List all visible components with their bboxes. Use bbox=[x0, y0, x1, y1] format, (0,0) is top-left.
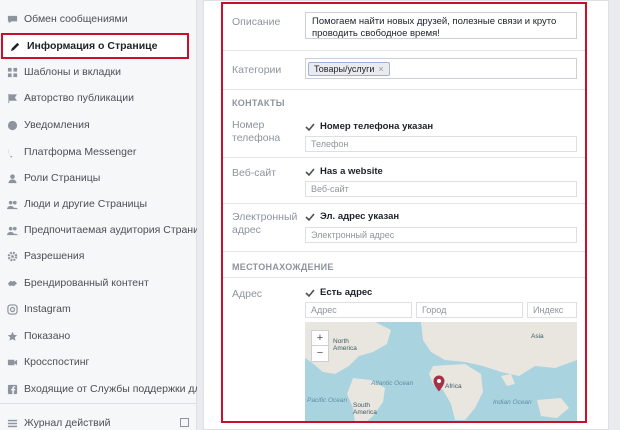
sidebar-divider bbox=[0, 403, 197, 404]
city-input[interactable]: Город bbox=[416, 302, 523, 318]
category-tag-label: Товары/услуги bbox=[314, 64, 375, 74]
sidebar-item-label: Шаблоны и вкладки bbox=[24, 66, 121, 78]
website-label: Веб-сайт bbox=[232, 167, 276, 179]
sidebar-item-people[interactable]: Люди и другие Страницы bbox=[0, 191, 197, 217]
location-map[interactable]: North America Asia Atlantic Ocean Africa… bbox=[305, 322, 577, 423]
divider bbox=[222, 277, 586, 278]
sidebar-item-messaging[interactable]: Обмен сообщениями bbox=[0, 6, 197, 32]
email-checkbox-label: Эл. адрес указан bbox=[320, 211, 400, 222]
address-label: Адрес bbox=[232, 288, 263, 300]
category-label: Категории bbox=[232, 64, 282, 76]
open-log-icon[interactable] bbox=[180, 418, 189, 427]
checkmark-icon bbox=[305, 122, 315, 132]
people-icon bbox=[6, 198, 18, 210]
map-label-atlantic: Atlantic Ocean bbox=[371, 380, 414, 387]
chat-icon bbox=[6, 13, 18, 25]
website-input[interactable]: Веб-сайт bbox=[305, 181, 577, 197]
description-field[interactable]: Помогаем найти новых друзей, полезные св… bbox=[305, 12, 577, 39]
map-label-north-america: North America bbox=[333, 338, 357, 352]
website-checkbox[interactable]: Has a website bbox=[305, 166, 383, 177]
gear-icon bbox=[6, 250, 18, 262]
address-checkbox-label: Есть адрес bbox=[320, 287, 373, 298]
map-label-asia: Asia bbox=[531, 333, 544, 340]
map-pin-icon[interactable] bbox=[433, 375, 445, 392]
phone-input[interactable]: Телефон bbox=[305, 136, 577, 152]
sidebar-item-label: Уведомления bbox=[24, 119, 90, 131]
sidebar-item-label: Информация о Странице bbox=[27, 40, 158, 52]
map-label-africa: Africa bbox=[445, 383, 462, 390]
messenger-icon bbox=[6, 146, 18, 158]
divider bbox=[222, 50, 586, 51]
remove-tag-icon[interactable]: × bbox=[378, 64, 383, 74]
sidebar-item-branded-content[interactable]: Брендированный контент bbox=[0, 270, 197, 296]
pencil-icon bbox=[9, 40, 21, 52]
globe-icon bbox=[6, 119, 18, 131]
phone-checkbox[interactable]: Номер телефона указан bbox=[305, 121, 433, 132]
sidebar-item-label: Журнал действий bbox=[24, 417, 111, 429]
sidebar-item-permissions[interactable]: Разрешения bbox=[0, 243, 197, 269]
facebook-icon bbox=[6, 383, 18, 395]
handshake-icon bbox=[6, 277, 18, 289]
sidebar-item-label: Обмен сообщениями bbox=[24, 13, 128, 25]
website-checkbox-label: Has a website bbox=[320, 166, 383, 177]
sidebar-item-label: Instagram bbox=[24, 303, 71, 315]
zip-input[interactable]: Индекс bbox=[527, 302, 577, 318]
phone-label: Номер телефона bbox=[232, 119, 281, 144]
sidebar-item-label: Роли Страницы bbox=[24, 172, 101, 184]
sidebar-item-preferred-audience[interactable]: Предпочитаемая аудитория Страницы bbox=[0, 217, 197, 243]
sidebar-item-page-info[interactable]: Информация о Странице bbox=[1, 33, 189, 59]
sidebar-item-support-inbox[interactable]: Входящие от Службы поддержки для Стр bbox=[0, 376, 197, 402]
sidebar-item-label: Входящие от Службы поддержки для Стр bbox=[24, 383, 197, 395]
grid-icon bbox=[6, 66, 18, 78]
sidebar-item-featured[interactable]: Показано bbox=[0, 323, 197, 349]
divider bbox=[222, 89, 586, 90]
divider bbox=[222, 251, 586, 252]
video-icon bbox=[6, 356, 18, 368]
map-label-pacific: Pacific Ocean bbox=[307, 397, 348, 404]
zoom-in-button[interactable]: + bbox=[312, 331, 328, 346]
email-checkbox[interactable]: Эл. адрес указан bbox=[305, 211, 399, 222]
map-zoom-control: + − bbox=[311, 330, 329, 362]
sidebar-item-label: Показано bbox=[24, 330, 71, 342]
flag-icon bbox=[6, 92, 18, 104]
sidebar-item-label: Люди и другие Страницы bbox=[24, 198, 148, 210]
map-label-south-america: South America bbox=[353, 402, 377, 416]
phone-checkbox-label: Номер телефона указан bbox=[320, 121, 434, 132]
sidebar-item-label: Разрешения bbox=[24, 250, 85, 262]
sidebar-item-crossposting[interactable]: Кросспостинг bbox=[0, 349, 197, 375]
sidebar-item-messenger-platform[interactable]: Платформа Messenger bbox=[0, 139, 197, 165]
settings-sidebar: Обмен сообщениями Информация о Странице … bbox=[0, 0, 197, 430]
email-input[interactable]: Электронный адрес bbox=[305, 227, 577, 243]
sidebar-item-attribution[interactable]: Авторство публикации bbox=[0, 85, 197, 111]
sidebar-item-activity-log[interactable]: Журнал действий bbox=[0, 410, 197, 430]
street-input[interactable]: Адрес bbox=[305, 302, 412, 318]
sidebar-item-templates[interactable]: Шаблоны и вкладки bbox=[0, 59, 197, 85]
zoom-out-button[interactable]: − bbox=[312, 346, 328, 361]
description-label: Описание bbox=[232, 16, 281, 28]
location-section-title: МЕСТОНАХОЖДЕНИЕ bbox=[232, 262, 334, 272]
category-tag: Товары/услуги × bbox=[308, 62, 390, 76]
instagram-icon bbox=[6, 303, 18, 315]
sidebar-item-notifications[interactable]: Уведомления bbox=[0, 112, 197, 138]
star-icon bbox=[6, 330, 18, 342]
sidebar-item-label: Платформа Messenger bbox=[24, 146, 137, 158]
divider bbox=[222, 203, 586, 204]
contacts-section-title: КОНТАКТЫ bbox=[232, 98, 285, 108]
map-label-indian-ocean: Indian Ocean bbox=[493, 399, 532, 406]
people-icon bbox=[6, 224, 18, 236]
divider bbox=[222, 157, 586, 158]
sidebar-item-page-roles[interactable]: Роли Страницы bbox=[0, 165, 197, 191]
address-checkbox[interactable]: Есть адрес bbox=[305, 287, 372, 298]
checkmark-icon bbox=[305, 212, 315, 222]
checkmark-icon bbox=[305, 167, 315, 177]
sidebar-item-label: Предпочитаемая аудитория Страницы bbox=[24, 224, 197, 236]
list-icon bbox=[6, 417, 18, 429]
sidebar-item-label: Брендированный контент bbox=[24, 277, 149, 289]
person-icon bbox=[6, 172, 18, 184]
checkmark-icon bbox=[305, 288, 315, 298]
email-label: Электронный адрес bbox=[232, 211, 298, 236]
sidebar-item-label: Кросспостинг bbox=[24, 356, 90, 368]
sidebar-item-label: Авторство публикации bbox=[24, 92, 134, 104]
sidebar-item-instagram[interactable]: Instagram bbox=[0, 296, 197, 322]
